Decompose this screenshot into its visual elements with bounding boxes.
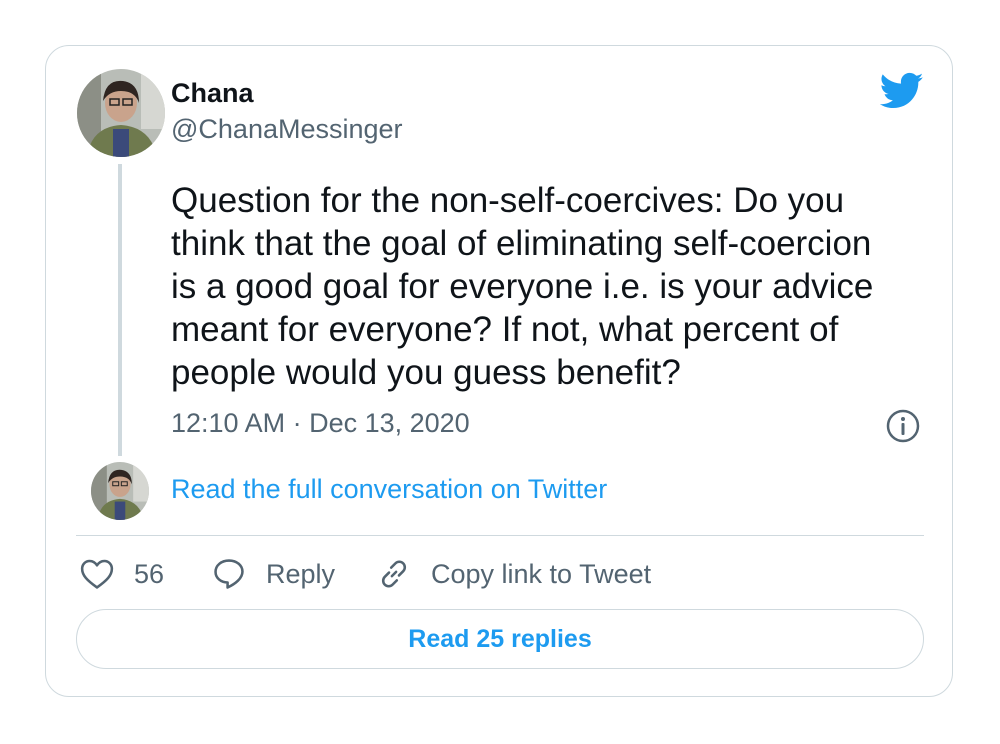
read-conversation-link[interactable]: Read the full conversation on Twitter <box>171 474 607 505</box>
reply-button[interactable]: Reply <box>212 554 335 594</box>
thread-line <box>118 164 122 456</box>
author-handle[interactable]: @ChanaMessinger <box>171 114 403 145</box>
copy-link-button[interactable]: Copy link to Tweet <box>377 554 651 594</box>
author-display-name[interactable]: Chana <box>171 78 254 109</box>
speech-bubble-icon <box>212 557 246 591</box>
reply-label: Reply <box>266 558 336 589</box>
tweet-text: Question for the non-self-coercives: Do … <box>171 181 874 392</box>
twitter-bird-icon[interactable] <box>879 72 924 110</box>
author-avatar[interactable] <box>77 69 165 157</box>
author-avatar-small[interactable] <box>91 462 149 520</box>
tweet-timestamp[interactable]: 12:10 AM · Dec 13, 2020 <box>171 408 470 439</box>
tweet-card: Chana @ChanaMessinger Question for the n… <box>45 45 953 697</box>
copy-link-label: Copy link to Tweet <box>431 558 652 589</box>
like-count: 56 <box>134 558 165 589</box>
divider <box>76 535 924 536</box>
info-icon[interactable] <box>885 408 921 444</box>
link-icon <box>377 557 411 591</box>
like-button[interactable]: 56 <box>80 554 164 594</box>
read-replies-button[interactable]: Read 25 replies <box>76 609 924 669</box>
heart-icon <box>80 558 114 590</box>
